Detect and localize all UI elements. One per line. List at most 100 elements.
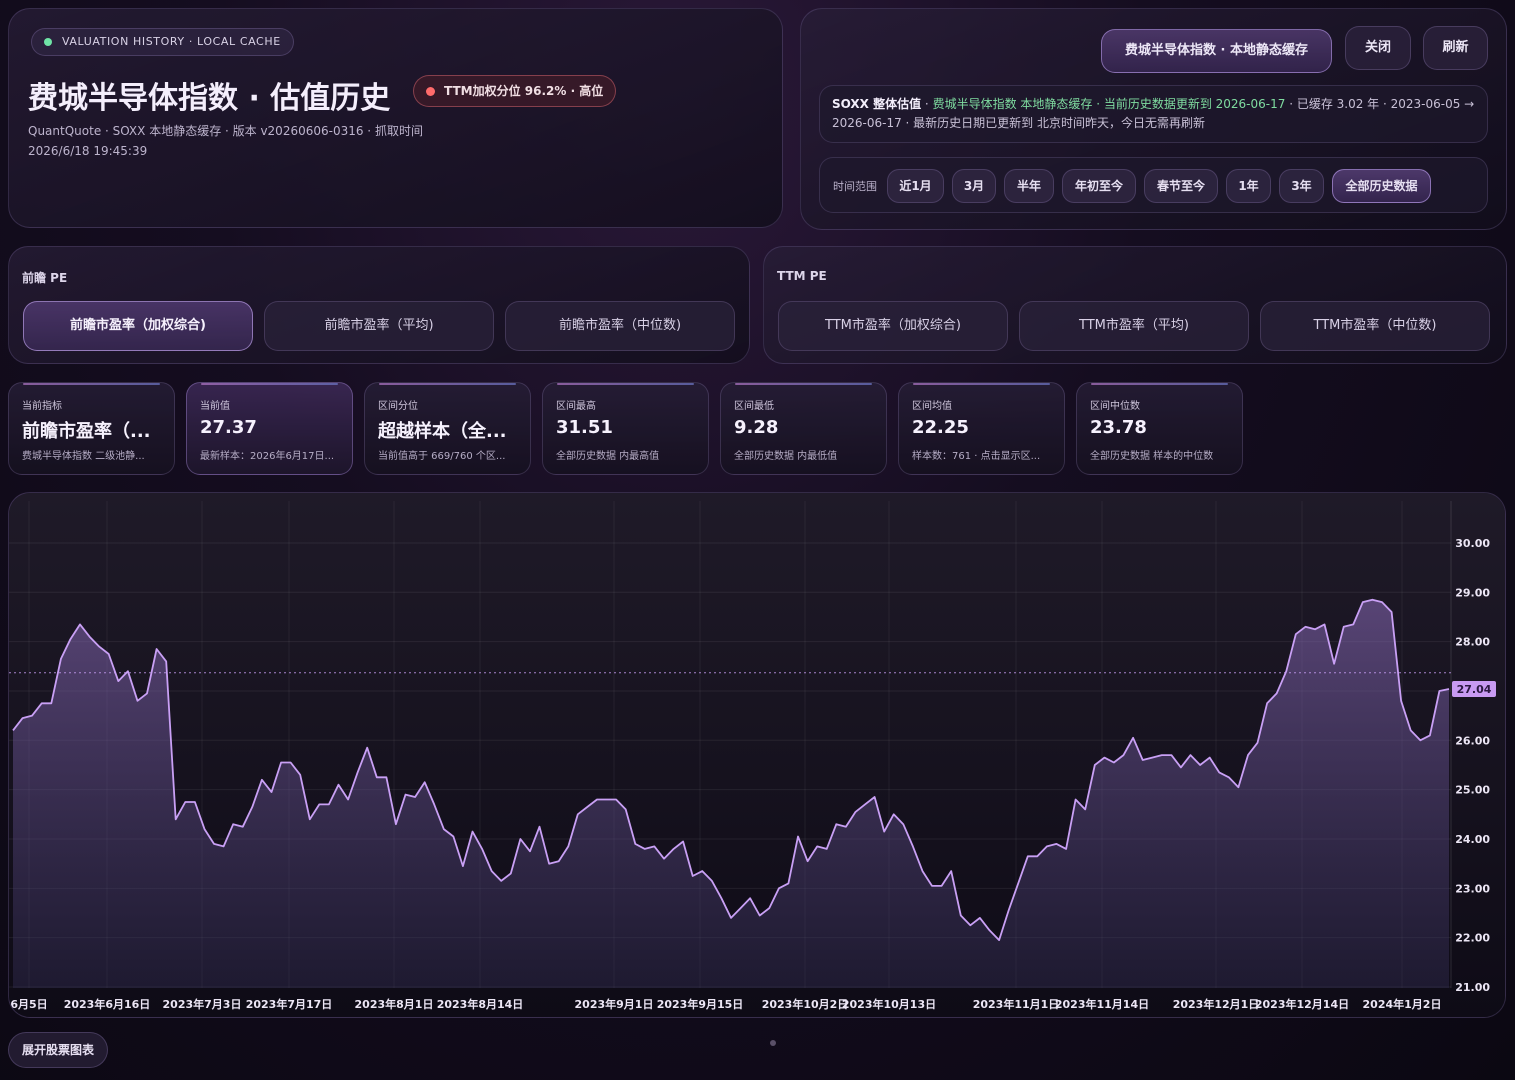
ttm-pe-title: TTM PE — [777, 269, 827, 283]
x-tick-label: 2023年11月14日 — [1055, 997, 1149, 1011]
range-3y-chip[interactable]: 3年 — [1279, 169, 1324, 203]
range-all-chip[interactable]: 全部历史数据 — [1332, 169, 1431, 203]
close-button[interactable]: 关闭 — [1345, 26, 1411, 70]
stat-card-metric[interactable]: 当前指标 前瞻市盈率（... 费城半导体指数 二级池静... — [8, 382, 175, 475]
stat-sub: 全部历史数据 内最高值 — [556, 451, 660, 462]
stat-sub: 当前值高于 669/760 个区... — [378, 451, 506, 462]
stat-label: 区间均值 — [912, 401, 952, 412]
valuation-tag: VALUATION HISTORY · LOCAL CACHE — [31, 28, 294, 56]
stat-value: 31.51 — [556, 417, 613, 438]
x-tick-label: 2023年7月3日 — [163, 997, 242, 1011]
stat-card-max[interactable]: 区间最高 31.51 全部历史数据 内最高值 — [542, 382, 709, 475]
valuation-chart[interactable]: 21.0022.0023.0024.0025.0026.0027.0028.00… — [8, 492, 1506, 1018]
last-value-label: 27.04 — [1457, 683, 1492, 696]
meta-info: QuantQuote · SOXX 本地静态缓存 · 版本 v20260606-… — [28, 121, 448, 161]
range-spring-chip[interactable]: 春节至今 — [1144, 169, 1218, 203]
y-tick-label: 23.00 — [1455, 882, 1490, 895]
valuation-tag-text: VALUATION HISTORY · LOCAL CACHE — [62, 35, 281, 48]
percentile-badge: TTM加权分位 96.2% · 高位 — [413, 75, 617, 107]
range-3m-chip[interactable]: 3月 — [952, 169, 996, 203]
card-accent-line — [557, 383, 694, 385]
status-message: SOXX 整体估值 · 费城半导体指数 本地静态缓存 · 当前历史数据更新到 2… — [819, 85, 1488, 143]
status-source: 费城半导体指数 本地静态缓存 · 当前历史数据更新到 2026-06-17 — [932, 97, 1286, 111]
stat-value: 22.25 — [912, 417, 969, 438]
stat-value: 27.37 — [200, 417, 257, 438]
stat-sub: 全部历史数据 内最低值 — [734, 451, 838, 462]
card-accent-line — [1091, 383, 1228, 385]
range-ytd-chip[interactable]: 年初至今 — [1062, 169, 1136, 203]
stat-value: 9.28 — [734, 417, 779, 438]
y-tick-label: 26.00 — [1455, 734, 1490, 747]
y-tick-label: 24.00 — [1455, 833, 1490, 846]
meta-line-2: 2026/6/18 19:45:39 — [28, 144, 148, 158]
stat-label: 区间中位数 — [1090, 401, 1140, 412]
card-accent-line — [201, 383, 338, 385]
stat-label: 区间最低 — [734, 401, 774, 412]
forward-pe-title: 前瞻 PE — [22, 271, 68, 285]
x-tick-label: 2023年9月15日 — [657, 997, 744, 1011]
card-accent-line — [379, 383, 516, 385]
stat-value: 23.78 — [1090, 417, 1147, 438]
card-accent-line — [913, 383, 1050, 385]
ttm-pe-group: TTM PE TTM市盈率（加权综合) TTM市盈率（平均) TTM市盈率（中位… — [763, 246, 1507, 364]
control-panel: 费城半导体指数 · 本地静态缓存 关闭 刷新 SOXX 整体估值 · 费城半导体… — [800, 8, 1507, 230]
stat-sub: 费城半导体指数 二级池静... — [22, 451, 145, 462]
x-tick-label: 2023年8月14日 — [437, 997, 524, 1011]
range-6m-chip[interactable]: 半年 — [1004, 169, 1054, 203]
stat-sub: 最新样本：2026年6月17日... — [200, 451, 335, 462]
stat-card-current[interactable]: 当前值 27.37 最新样本：2026年6月17日... — [186, 382, 353, 475]
x-tick-label: 2023年7月17日 — [246, 997, 333, 1011]
x-tick-label: 2023年6月16日 — [64, 997, 151, 1011]
x-tick-label: 2023年10月2日 — [762, 997, 849, 1011]
stat-label: 当前指标 — [22, 401, 62, 412]
range-1y-chip[interactable]: 1年 — [1226, 169, 1271, 203]
chart-canvas[interactable]: 21.0022.0023.0024.0025.0026.0027.0028.00… — [9, 493, 1506, 1018]
stat-card-percentile[interactable]: 区间分位 超越样本（全... 当前值高于 669/760 个区... — [364, 382, 531, 475]
y-tick-label: 28.00 — [1455, 636, 1490, 649]
page-title: 费城半导体指数 · 估值历史 — [28, 81, 391, 116]
stat-label: 区间最高 — [556, 401, 596, 412]
stat-card-mean[interactable]: 区间均值 22.25 样本数：761 · 点击显示区... — [898, 382, 1065, 475]
x-tick-label: 2024年1月2日 — [1363, 997, 1442, 1011]
y-tick-label: 22.00 — [1455, 932, 1490, 945]
y-tick-label: 30.00 — [1455, 537, 1490, 550]
x-tick-label: 2023年12月1日 — [1173, 997, 1260, 1011]
card-accent-line — [735, 383, 872, 385]
percentile-badge-text: TTM加权分位 96.2% · 高位 — [444, 84, 604, 98]
source-button[interactable]: 费城半导体指数 · 本地静态缓存 — [1101, 29, 1332, 73]
stat-card-min[interactable]: 区间最低 9.28 全部历史数据 内最低值 — [720, 382, 887, 475]
stat-label: 区间分位 — [378, 401, 418, 412]
x-tick-label: 6月5日 — [10, 998, 47, 1011]
meta-line-1: QuantQuote · SOXX 本地静态缓存 · 版本 v20260606-… — [28, 124, 423, 138]
card-accent-line — [23, 383, 160, 385]
stat-card-median[interactable]: 区间中位数 23.78 全部历史数据 样本的中位数 — [1076, 382, 1243, 475]
header-panel: VALUATION HISTORY · LOCAL CACHE 费城半导体指数 … — [8, 8, 783, 228]
time-range-selector: 时间范围 近1月 3月 半年 年初至今 春节至今 1年 3年 全部历史数据 — [819, 157, 1488, 213]
ttm-pe-median-button[interactable]: TTM市盈率（中位数) — [1260, 301, 1490, 351]
pager-dot — [770, 1040, 776, 1046]
refresh-button[interactable]: 刷新 — [1423, 26, 1488, 70]
stat-sub: 样本数：761 · 点击显示区... — [912, 451, 1041, 462]
stat-sub: 全部历史数据 样本的中位数 — [1090, 451, 1214, 462]
time-range-label: 时间范围 — [833, 180, 877, 193]
forward-pe-weighted-button[interactable]: 前瞻市盈率（加权综合) — [23, 301, 253, 351]
ttm-pe-average-button[interactable]: TTM市盈率（平均) — [1019, 301, 1249, 351]
x-tick-label: 2023年12月14日 — [1255, 997, 1349, 1011]
forward-pe-group: 前瞻 PE 前瞻市盈率（加权综合) 前瞻市盈率（平均) 前瞻市盈率（中位数) — [8, 246, 750, 364]
forward-pe-average-button[interactable]: 前瞻市盈率（平均) — [264, 301, 494, 351]
x-tick-label: 2023年8月1日 — [355, 997, 434, 1011]
y-tick-label: 29.00 — [1455, 586, 1490, 599]
stat-value: 前瞻市盈率（... — [22, 421, 151, 442]
alert-dot-icon — [426, 87, 435, 96]
expand-stock-chart-button[interactable]: 展开股票图表 — [8, 1032, 108, 1068]
range-1m-chip[interactable]: 近1月 — [887, 169, 944, 203]
forward-pe-median-button[interactable]: 前瞻市盈率（中位数) — [505, 301, 735, 351]
stat-label: 当前值 — [200, 401, 230, 412]
x-tick-label: 2023年9月1日 — [575, 997, 654, 1011]
status-dot-icon — [44, 38, 52, 46]
x-tick-label: 2023年10月13日 — [842, 997, 936, 1011]
y-tick-label: 21.00 — [1455, 981, 1490, 994]
status-label: SOXX 整体估值 — [832, 97, 922, 111]
ttm-pe-weighted-button[interactable]: TTM市盈率（加权综合) — [778, 301, 1008, 351]
y-tick-label: 25.00 — [1455, 784, 1490, 797]
